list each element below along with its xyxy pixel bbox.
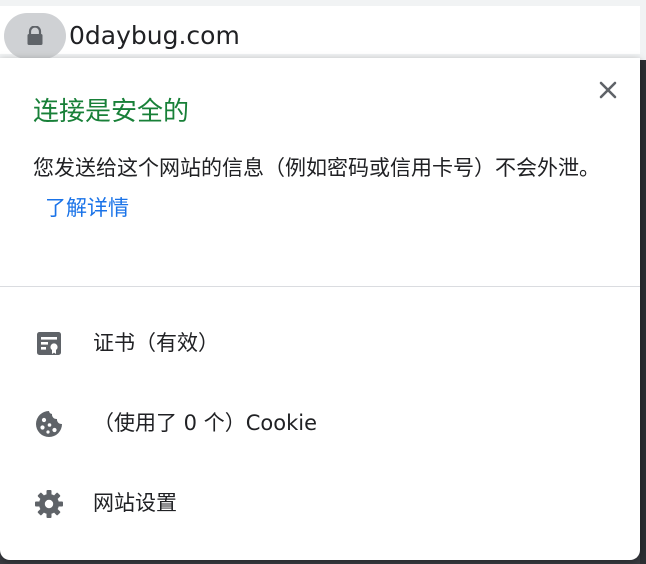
learn-more-link[interactable]: 了解详情 bbox=[45, 196, 129, 220]
address-field[interactable]: 0daybug.com bbox=[0, 6, 640, 59]
url-text[interactable]: 0daybug.com bbox=[69, 19, 240, 53]
cookies-row[interactable]: （使用了 0 个）Cookie bbox=[0, 388, 640, 458]
page-background bbox=[640, 60, 646, 564]
close-icon bbox=[599, 81, 617, 99]
divider bbox=[0, 286, 640, 287]
close-button[interactable] bbox=[592, 74, 624, 106]
certificate-label: 证书（有效） bbox=[93, 331, 219, 355]
cookie-icon bbox=[36, 411, 62, 437]
lock-icon bbox=[27, 26, 43, 45]
cookies-label: （使用了 0 个）Cookie bbox=[93, 411, 317, 435]
site-info-button[interactable] bbox=[4, 13, 66, 59]
page-info-popup: 连接是安全的 您发送给这个网站的信息（例如密码或信用卡号）不会外泄。了解详情 证… bbox=[0, 58, 640, 560]
site-settings-row[interactable]: 网站设置 bbox=[0, 468, 640, 538]
omnibox-bar: 0daybug.com bbox=[0, 0, 646, 60]
security-description-text: 您发送给这个网站的信息（例如密码或信用卡号）不会外泄。 bbox=[33, 156, 600, 180]
connection-secure-title: 连接是安全的 bbox=[33, 97, 190, 127]
certificate-row[interactable]: 证书（有效） bbox=[0, 308, 640, 378]
site-settings-label: 网站设置 bbox=[93, 491, 177, 515]
certificate-icon bbox=[37, 332, 61, 355]
security-description: 您发送给这个网站的信息（例如密码或信用卡号）不会外泄。了解详情 bbox=[33, 148, 618, 228]
gear-icon bbox=[35, 490, 63, 518]
